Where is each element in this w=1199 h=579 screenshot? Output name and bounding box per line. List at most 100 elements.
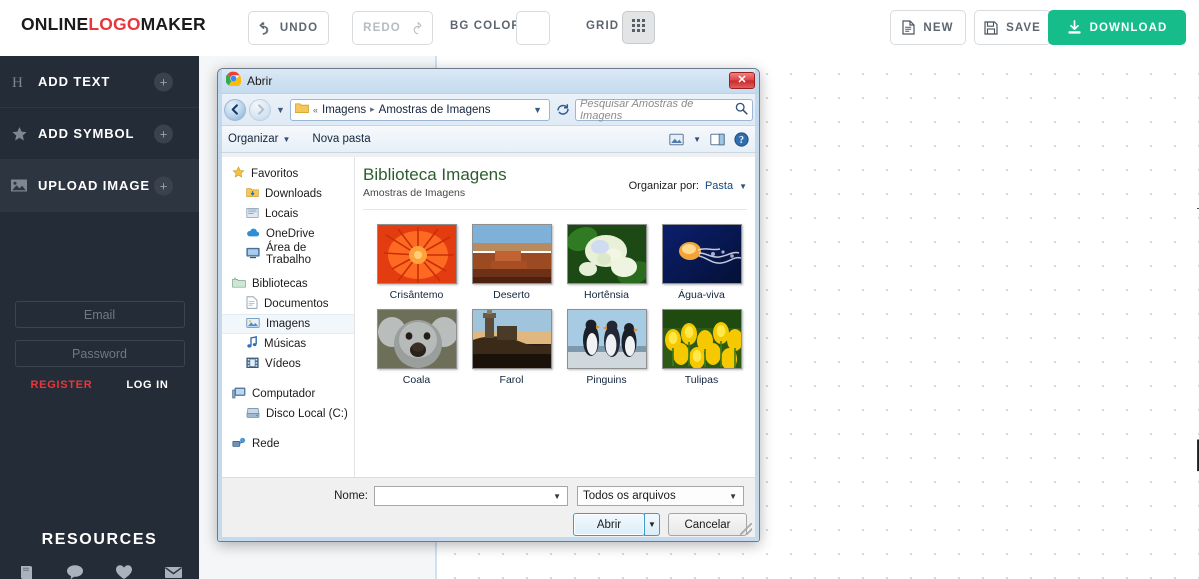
sidebar-item-upload-image[interactable]: UPLOAD IMAGE +	[0, 160, 199, 212]
dialog-titlebar[interactable]: Abrir ✕	[218, 69, 759, 94]
refresh-icon[interactable]	[553, 99, 572, 121]
canvas-logo-text[interactable]: l PUB	[1194, 432, 1199, 482]
nav-musicas[interactable]: Músicas	[230, 334, 354, 354]
address-prefix: «	[313, 105, 318, 115]
dialog-title: Abrir	[247, 74, 272, 88]
arrange-by: Organizar por: Pasta ▼	[629, 165, 747, 192]
search-icon	[735, 102, 748, 118]
nav-documentos[interactable]: Documentos	[230, 294, 354, 314]
upload-image-plus-icon[interactable]: +	[154, 176, 173, 195]
star-icon	[0, 126, 38, 142]
music-icon	[246, 336, 258, 352]
back-icon[interactable]	[224, 99, 246, 121]
view-mode-icon[interactable]	[669, 133, 684, 146]
file-item[interactable]: Hortênsia	[559, 224, 654, 301]
resize-grip[interactable]	[740, 523, 752, 535]
app-logo[interactable]: ONLINELOGOMAKER	[21, 14, 206, 35]
breadcrumb-imagens[interactable]: Imagens	[322, 104, 366, 116]
breadcrumb-amostras[interactable]: Amostras de Imagens	[379, 104, 491, 116]
nav-rede-label: Rede	[252, 438, 280, 450]
grid-label: GRID	[586, 20, 619, 32]
arrange-by-value[interactable]: Pasta	[705, 180, 733, 192]
filename-input[interactable]: ▼	[374, 486, 568, 506]
search-placeholder: Pesquisar Amostras de Imagens	[580, 98, 735, 122]
new-button[interactable]: NEW	[890, 10, 966, 45]
password-field[interactable]	[15, 340, 185, 367]
view-mode-caret-icon[interactable]: ▼	[693, 135, 701, 144]
address-bar[interactable]: « Imagens ▸ Amostras de Imagens ▼	[290, 99, 550, 121]
nav-computador[interactable]: Computador	[230, 384, 354, 404]
nav-rede[interactable]: Rede	[230, 434, 354, 454]
filetype-select[interactable]: Todos os arquivos ▼	[577, 486, 744, 506]
download-button[interactable]: DOWNLOAD	[1048, 10, 1186, 45]
heart-icon	[111, 562, 137, 579]
sidebar-item-add-symbol[interactable]: ADD SYMBOL +	[0, 108, 199, 160]
grid-toggle-button[interactable]	[622, 11, 655, 44]
file-item[interactable]: Coala	[369, 309, 464, 386]
library-title-block: Biblioteca Imagens Amostras de Imagens	[363, 165, 507, 199]
resource-share[interactable]: SHARE	[111, 562, 137, 579]
close-icon[interactable]: ✕	[729, 72, 755, 89]
organize-menu[interactable]: Organizar ▼	[224, 131, 294, 147]
forward-icon[interactable]	[249, 99, 271, 121]
open-dropdown-icon[interactable]: ▼	[644, 513, 660, 536]
download-label: DOWNLOAD	[1090, 22, 1168, 34]
file-item[interactable]: Crisântemo	[369, 224, 464, 301]
filetype-caret-icon[interactable]: ▼	[725, 492, 741, 501]
open-button[interactable]: Abrir	[573, 513, 645, 536]
arrange-caret-icon[interactable]: ▼	[739, 182, 747, 191]
places-icon	[246, 207, 259, 222]
top-toolbar: ONLINELOGOMAKER UNDO REDO BG COLOR GRID	[0, 0, 1199, 56]
folder-icon	[295, 102, 309, 117]
undo-icon	[259, 22, 272, 35]
file-item[interactable]: Deserto	[464, 224, 559, 301]
nav-documentos-label: Documentos	[264, 298, 329, 310]
sidebar-label-upload-image: UPLOAD IMAGE	[38, 178, 150, 193]
preview-pane-icon[interactable]	[710, 133, 725, 146]
address-caret-icon[interactable]: ▼	[528, 105, 547, 115]
dialog-footer: Nome: ▼ Todos os arquivos ▼ Abrir ▼ Canc…	[222, 477, 755, 537]
undo-button[interactable]: UNDO	[248, 11, 329, 45]
history-dropdown-icon[interactable]: ▼	[274, 105, 287, 115]
nav-disco-local[interactable]: Disco Local (C:)	[230, 404, 354, 424]
file-name: Pinguins	[559, 374, 654, 386]
file-item[interactable]: Tulipas	[654, 309, 749, 386]
resource-blog[interactable]: BLOG	[62, 562, 88, 579]
file-item[interactable]: Água-viva	[654, 224, 749, 301]
library-icon	[232, 277, 246, 292]
sidebar-label-add-text: ADD TEXT	[38, 74, 110, 89]
file-item[interactable]: Pinguins	[559, 309, 654, 386]
nav-area-de-trabalho[interactable]: Área de Trabalho	[230, 244, 354, 264]
nav-locais[interactable]: Locais	[230, 204, 354, 224]
cancel-button[interactable]: Cancelar	[668, 513, 747, 536]
grid-icon	[631, 18, 646, 38]
sidebar-item-add-text[interactable]: H ADD TEXT +	[0, 56, 199, 108]
nav-favoritos[interactable]: Favoritos	[230, 164, 354, 184]
resource-contact[interactable]: CONTACT	[160, 562, 186, 579]
chevron-down-icon: ▼	[283, 135, 291, 144]
email-field[interactable]	[15, 301, 185, 328]
nav-imagens[interactable]: Imagens	[222, 314, 354, 334]
resource-tutorial[interactable]: TUTORIAL	[13, 562, 39, 579]
nav-downloads[interactable]: Downloads	[230, 184, 354, 204]
redo-button[interactable]: REDO	[352, 11, 433, 45]
new-label: NEW	[923, 22, 953, 34]
filename-caret-icon[interactable]: ▼	[549, 492, 565, 501]
document-icon	[902, 20, 915, 35]
add-symbol-plus-icon[interactable]: +	[154, 124, 173, 143]
nav-videos[interactable]: Vídeos	[230, 354, 354, 374]
register-link[interactable]: REGISTER	[31, 379, 93, 391]
login-link[interactable]: LOG IN	[126, 379, 168, 391]
file-item[interactable]: Farol	[464, 309, 559, 386]
bg-color-swatch[interactable]	[516, 11, 550, 45]
new-folder-button[interactable]: Nova pasta	[308, 131, 374, 147]
nav-bibliotecas-label: Bibliotecas	[252, 278, 308, 290]
search-input[interactable]: Pesquisar Amostras de Imagens	[575, 99, 753, 121]
help-icon[interactable]: ?	[734, 132, 749, 147]
nav-bibliotecas[interactable]: Bibliotecas	[230, 274, 354, 294]
thumbnail-tulips	[662, 309, 742, 369]
add-text-plus-icon[interactable]: +	[154, 72, 173, 91]
nav-onedrive[interactable]: OneDrive	[230, 224, 354, 244]
nav-imagens-label: Imagens	[266, 318, 310, 330]
save-button[interactable]: SAVE	[974, 10, 1051, 45]
